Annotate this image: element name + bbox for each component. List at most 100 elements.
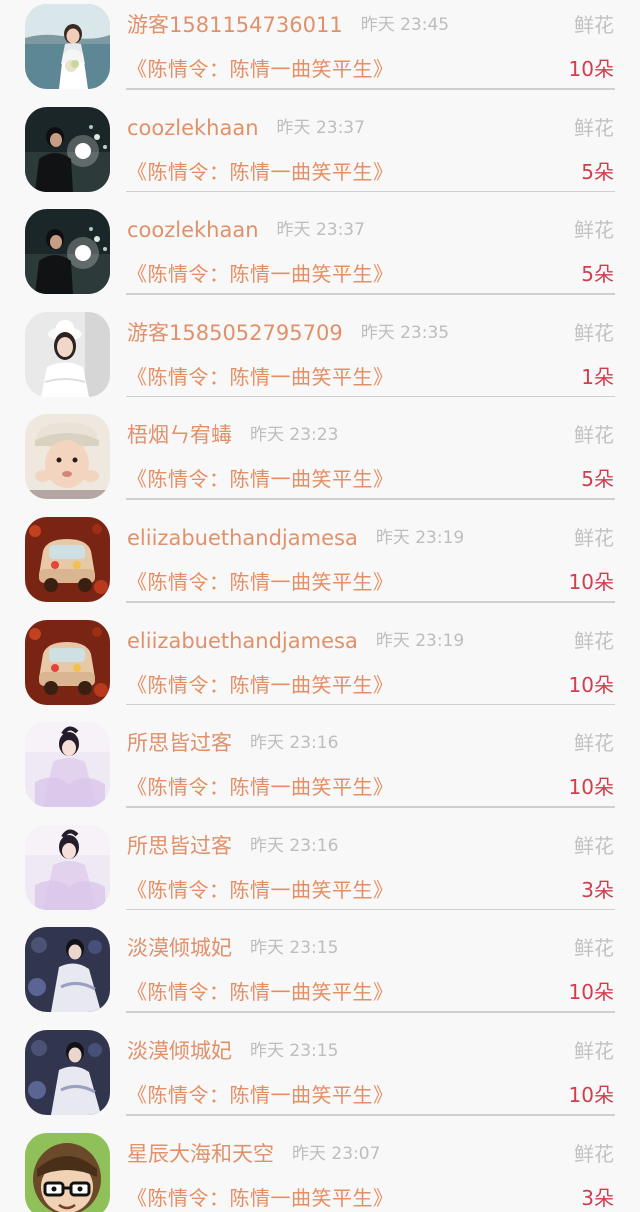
row-divider: [126, 498, 615, 500]
list-item[interactable]: 所思皆过客 昨天 23:16 鲜花《陈情令：陈情一曲笑平生》 10朵: [0, 718, 640, 821]
list-item[interactable]: 淡漠倾城妃 昨天 23:15 鲜花《陈情令：陈情一曲笑平生》 10朵: [0, 1026, 640, 1129]
gift-count: 10朵: [568, 1083, 614, 1107]
username-label: eliizabuethandjamesa: [127, 628, 358, 653]
username-label: eliizabuethandjamesa: [127, 526, 358, 550]
gift-type-label: 鲜花: [574, 13, 614, 37]
song-title[interactable]: 《陈情令：陈情一曲笑平生》: [127, 566, 394, 598]
username-label: 淡漠倾城妃: [127, 936, 232, 961]
song-title[interactable]: 《陈情令：陈情一曲笑平生》: [127, 874, 394, 906]
username[interactable]: 所思皆过客 昨天 23:16: [127, 728, 338, 758]
song-title[interactable]: 《陈情令：陈情一曲笑平生》: [127, 361, 394, 393]
timestamp: 昨天 23:15: [250, 938, 339, 959]
row-divider: [126, 293, 615, 295]
username[interactable]: eliizabuethandjamesa 昨天 23:19: [127, 523, 464, 553]
username[interactable]: 游客1581154736011 昨天 23:45: [127, 10, 449, 40]
gift-record-list: 游客1581154736011 昨天 23:45 鲜花 《陈情令：陈情一曲笑平生》 10…: [0, 0, 640, 1212]
gift-count: 10朵: [568, 775, 614, 800]
row-divider: [126, 190, 615, 193]
timestamp: 昨天 23:15: [250, 1041, 339, 1061]
username[interactable]: 梧烟ㄣ宥蝳 昨天 23:23: [127, 420, 338, 450]
song-title[interactable]: 《陈情令：陈情一曲笑平生》: [127, 1182, 394, 1212]
gift-type-label: 鲜花: [574, 731, 614, 756]
list-item[interactable]: 所思皆过客 昨天 23:16 鲜花《陈情令：陈情一曲笑平生》 3朵: [0, 821, 640, 924]
list-item[interactable]: eliizabuethandjamesa 昨天 23:19 鲜花《陈情令：陈情一曲笑…: [0, 513, 640, 616]
song-title[interactable]: 《陈情令：陈情一曲笑平生》: [127, 258, 394, 290]
gift-type-label: 鲜花: [574, 423, 614, 448]
gift-type-label: 鲜花: [574, 115, 614, 140]
timestamp: 昨天 23:37: [276, 117, 365, 138]
gift-count: 5朵: [581, 467, 614, 492]
list-item[interactable]: coozlekhaan 昨天 23:37 鲜花《陈情令：陈情一曲笑平生》 5朵: [0, 103, 640, 206]
avatar[interactable]: [25, 619, 110, 705]
gift-type-label: 鲜花: [574, 628, 614, 653]
username-label: 淡漠倾城妃: [127, 1039, 232, 1063]
gift-type-label: 鲜花: [574, 936, 614, 961]
avatar[interactable]: [25, 927, 110, 1013]
gift-count: 1朵: [581, 364, 614, 389]
avatar[interactable]: [25, 311, 110, 397]
song-title[interactable]: 《陈情令：陈情一曲笑平生》: [127, 976, 394, 1008]
list-item[interactable]: coozlekhaan 昨天 23:37 鲜花 《陈情令：陈情一曲笑平生》 5朵: [0, 205, 640, 308]
avatar[interactable]: [25, 106, 110, 192]
username[interactable]: 所思皆过客 昨天 23:16: [127, 831, 338, 861]
row-divider: [126, 908, 615, 911]
list-item[interactable]: 梧烟ㄣ宥蝳 昨天 23:23 鲜花《陈情令：陈情一曲笑平生》 5朵: [0, 410, 640, 513]
avatar[interactable]: [25, 1030, 110, 1115]
avatar[interactable]: [25, 1132, 110, 1212]
row-divider: [126, 601, 615, 603]
avatar[interactable]: [25, 4, 110, 89]
username-label: 游客1585052795709: [127, 320, 343, 345]
avatar[interactable]: [25, 517, 110, 602]
avatar[interactable]: [25, 414, 110, 500]
username[interactable]: 游客1585052795709 昨天 23:35: [127, 318, 449, 348]
row-divider: [126, 806, 615, 808]
song-title[interactable]: 《陈情令：陈情一曲笑平生》: [127, 463, 394, 495]
username-label: 星辰大海和天空: [127, 1141, 274, 1166]
list-item[interactable]: 游客1581154736011 昨天 23:45 鲜花《陈情令：陈情一曲笑平生》 10…: [0, 0, 640, 103]
song-title[interactable]: 《陈情令：陈情一曲笑平生》: [127, 1079, 394, 1111]
timestamp: 昨天 23:16: [250, 733, 339, 754]
gift-type-label: 鲜花: [574, 1141, 614, 1166]
row-divider: [126, 1011, 615, 1013]
timestamp: 昨天 23:07: [292, 1143, 381, 1164]
song-title[interactable]: 《陈情令：陈情一曲笑平生》: [127, 156, 394, 188]
gift-count: 10朵: [568, 57, 614, 81]
avatar[interactable]: [25, 824, 110, 910]
list-item[interactable]: eliizabuethandjamesa 昨天 23:19 鲜花《陈情令：陈情一曲笑…: [0, 616, 640, 719]
row-divider: [126, 395, 615, 398]
timestamp: 昨天 23:19: [375, 528, 465, 548]
song-title[interactable]: 《陈情令：陈情一曲笑平生》: [127, 771, 394, 803]
timestamp: 昨天 23:37: [276, 220, 365, 241]
gift-type-label: 鲜花: [574, 833, 614, 858]
gift-type-label: 鲜花: [574, 526, 614, 550]
timestamp: 昨天 23:16: [250, 835, 339, 856]
avatar[interactable]: [25, 209, 110, 295]
list-item[interactable]: 星辰大海和天空 昨天 23:07 鲜花 《陈情令：陈情一曲笑平生》 3朵: [0, 1129, 640, 1212]
song-title[interactable]: 《陈情令：陈情一曲笑平生》: [127, 669, 394, 701]
gift-count: 10朵: [568, 980, 614, 1005]
username-label: 梧烟ㄣ宥蝳: [127, 423, 232, 448]
gift-type-label: 鲜花: [574, 1039, 614, 1063]
gift-count: 5朵: [581, 262, 614, 287]
song-title[interactable]: 《陈情令：陈情一曲笑平生》: [127, 53, 394, 85]
gift-type-label: 鲜花: [574, 320, 614, 345]
username[interactable]: eliizabuethandjamesa 昨天 23:19: [127, 626, 464, 656]
timestamp: 昨天 23:23: [250, 425, 339, 446]
gift-count: 3朵: [581, 877, 614, 902]
list-item[interactable]: 淡漠倾城妃 昨天 23:15 鲜花《陈情令：陈情一曲笑平生》 10朵: [0, 923, 640, 1026]
username-label: 所思皆过客: [127, 731, 232, 756]
username[interactable]: coozlekhaan 昨天 23:37: [127, 113, 365, 143]
username[interactable]: 星辰大海和天空 昨天 23:07: [127, 1139, 380, 1169]
username[interactable]: 淡漠倾城妃 昨天 23:15: [127, 933, 338, 963]
gift-count: 5朵: [581, 159, 614, 184]
username[interactable]: 淡漠倾城妃 昨天 23:15: [127, 1036, 338, 1066]
timestamp: 昨天 23:19: [375, 630, 465, 651]
avatar[interactable]: [25, 722, 110, 808]
username-label: 所思皆过客: [127, 833, 232, 858]
list-item[interactable]: 游客1585052795709 昨天 23:35 鲜花《陈情令：陈情一曲笑平生》 1朵: [0, 308, 640, 411]
username[interactable]: coozlekhaan 昨天 23:37: [127, 215, 365, 245]
row-divider: [126, 1114, 615, 1116]
gift-count: 10朵: [568, 672, 614, 697]
timestamp: 昨天 23:45: [360, 15, 450, 35]
gift-count: 10朵: [568, 570, 614, 594]
